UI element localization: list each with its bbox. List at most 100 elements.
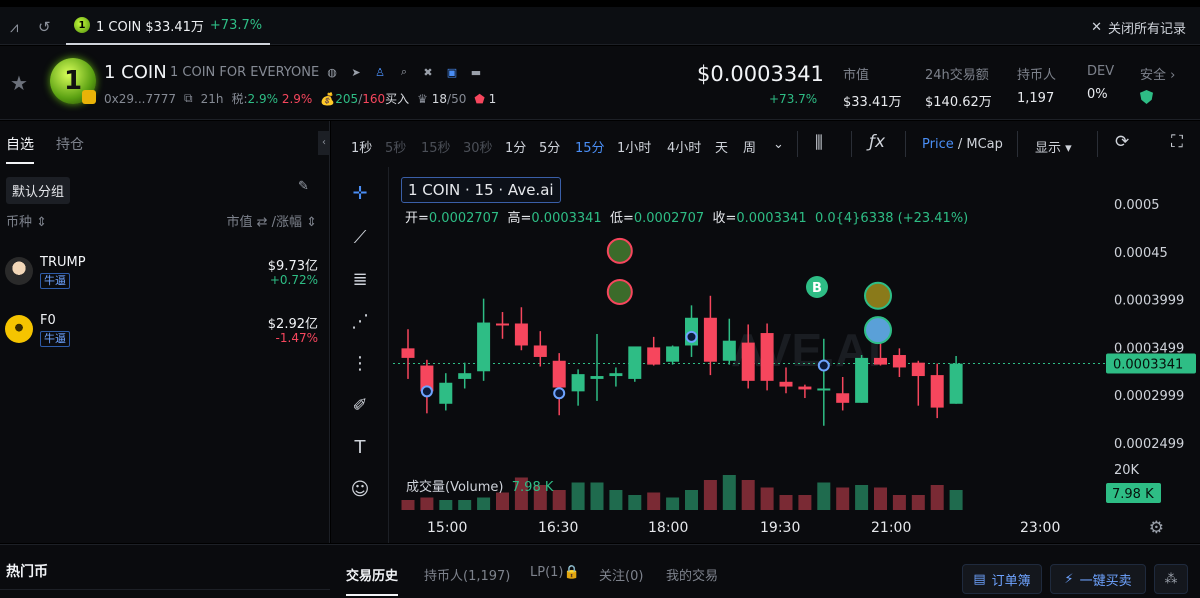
- volume-bar: [552, 490, 566, 510]
- money-bag-icon: 💰: [320, 92, 336, 106]
- candle-body: [911, 362, 925, 377]
- x-tick-label: 15:00: [427, 520, 467, 536]
- flag-count: 1: [488, 91, 497, 106]
- token-header: ★ 1 1 COIN 1 COIN FOR EVERYONE ◍ ➤ ♙ ⌕ ✖…: [0, 46, 1200, 120]
- candle-body: [458, 373, 472, 379]
- trade-marker: [817, 359, 830, 372]
- col-market-cap[interactable]: 市值 ⇄ /涨幅 ⇕: [226, 211, 317, 230]
- user-icon[interactable]: ♙: [372, 64, 388, 80]
- shield-icon: [1140, 90, 1153, 104]
- tab-change: +73.7%: [209, 17, 263, 33]
- chart-icon[interactable]: ⩘: [10, 18, 18, 36]
- telegram-icon[interactable]: ➤: [348, 64, 364, 80]
- tab-trade-history[interactable]: 交易历史: [346, 565, 399, 596]
- x-tick-label: 16:30: [538, 520, 578, 536]
- history-icon[interactable]: ↺: [38, 18, 51, 36]
- item-tag: 牛逼: [40, 331, 70, 347]
- col-coin[interactable]: 币种 ⇕: [6, 211, 47, 230]
- trader-avatar-marker: [606, 278, 633, 305]
- more-button[interactable]: ⁂: [1154, 564, 1188, 594]
- buy-marker-label: B: [812, 281, 822, 296]
- volume-bar: [798, 495, 812, 510]
- candle-body: [949, 363, 963, 404]
- volume-bar: [477, 497, 491, 510]
- buy-label: 买入: [385, 92, 410, 106]
- volume-bar: [420, 497, 434, 510]
- candle-body: [439, 382, 453, 404]
- tax-sell: 2.9%: [281, 92, 313, 106]
- stat-volume: 24h交易额 $140.62万: [925, 68, 992, 110]
- volume-bar: [855, 485, 869, 510]
- copy-icon[interactable]: ⧉: [184, 91, 193, 106]
- close-all-button[interactable]: ✕ 关闭所有记录: [1091, 18, 1186, 37]
- candle-body: [514, 323, 528, 346]
- stat-security[interactable]: 安全 ›: [1140, 64, 1175, 83]
- candle-body: [741, 342, 755, 381]
- holders-a: 18: [431, 91, 448, 106]
- tab-1coin[interactable]: 1 1 COIN $33.41万 +73.7%: [66, 7, 271, 45]
- candle-body: [552, 360, 566, 388]
- candle-body: [760, 333, 774, 381]
- chart-title[interactable]: 1 COIN · 15 · Ave.ai: [401, 177, 561, 203]
- candle-body: [571, 374, 585, 392]
- tab-holders[interactable]: 持币人(1,197): [424, 565, 510, 584]
- volume-bar: [892, 495, 906, 510]
- crown-icon: ♛: [417, 91, 428, 106]
- item-symbol: F0: [40, 313, 56, 328]
- flag-icon: ⬟: [474, 91, 485, 106]
- x-icon[interactable]: ✖: [420, 64, 436, 80]
- volume-bar: [741, 480, 755, 510]
- candle-body: [401, 348, 415, 358]
- tax-label: 税:: [231, 92, 248, 106]
- tab-favorites[interactable]: 自选: [6, 134, 34, 164]
- group-chip[interactable]: 默认分组: [6, 177, 71, 204]
- x-tick-label: 18:00: [648, 520, 688, 536]
- close-icon: ✕: [1091, 20, 1102, 35]
- close-all-label: 关闭所有记录: [1107, 22, 1186, 37]
- candle-body: [855, 357, 869, 403]
- item-market-cap: $2.92亿: [267, 317, 318, 332]
- volume-axis-label: 20K: [1114, 463, 1140, 478]
- volume-bar: [458, 500, 472, 510]
- avatar: [5, 257, 33, 285]
- hot-coins-tab[interactable]: 热门币: [6, 561, 48, 581]
- candle-body: [496, 323, 509, 326]
- stat-dev: DEV 0%: [1087, 64, 1115, 102]
- candle-body: [533, 345, 547, 357]
- trader-avatar-marker: [606, 237, 633, 264]
- volume-bar: [949, 490, 963, 510]
- list-item[interactable]: F0 牛逼 $2.92亿 -1.47%: [0, 309, 330, 359]
- volume-bar: [874, 487, 887, 510]
- tab-lp[interactable]: LP(1)🔒: [530, 565, 580, 580]
- buys-count: 205: [335, 92, 359, 106]
- one-click-trade-button[interactable]: ⚡ 一键买卖: [1050, 564, 1146, 594]
- volume-badge-label: 7.98 K: [1112, 487, 1154, 502]
- website-icon[interactable]: ◍: [324, 64, 340, 80]
- message-icon[interactable]: ▬: [468, 64, 484, 80]
- volume-bar: [685, 490, 698, 510]
- sells-count: 160: [362, 92, 386, 106]
- edit-icon[interactable]: ✎: [298, 179, 309, 194]
- volume-bar: [703, 480, 717, 510]
- star-icon[interactable]: ★: [10, 71, 28, 95]
- y-tick-label: 0.0002999: [1114, 389, 1184, 404]
- settings-gear-icon[interactable]: ⚙: [1149, 518, 1164, 538]
- tab-holdings[interactable]: 持仓: [56, 134, 84, 164]
- trade-marker: [685, 330, 698, 343]
- trade-marker: [420, 385, 433, 398]
- search-icon[interactable]: ⌕: [396, 64, 412, 80]
- ai-icon[interactable]: ▣: [444, 64, 460, 80]
- x-tick-label: 19:30: [760, 520, 800, 536]
- tab-follow[interactable]: 关注(0): [599, 565, 643, 584]
- lightning-icon: ⚡: [1064, 571, 1074, 587]
- volume-bar: [571, 482, 585, 510]
- order-book-button[interactable]: ▤ 订单簿: [962, 564, 1042, 594]
- social-links: ◍ ➤ ♙ ⌕ ✖ ▣ ▬: [324, 64, 484, 80]
- collapse-panel-button[interactable]: ‹: [318, 131, 330, 155]
- y-tick-label: 0.0003999: [1114, 294, 1184, 309]
- current-price-label: 0.0003341: [1113, 358, 1183, 373]
- volume-bar: [836, 487, 850, 510]
- tab-my-trades[interactable]: 我的交易: [666, 565, 718, 584]
- list-item[interactable]: TRUMP 牛逼 $9.73亿 +0.72%: [0, 251, 330, 301]
- volume-bar: [628, 495, 642, 510]
